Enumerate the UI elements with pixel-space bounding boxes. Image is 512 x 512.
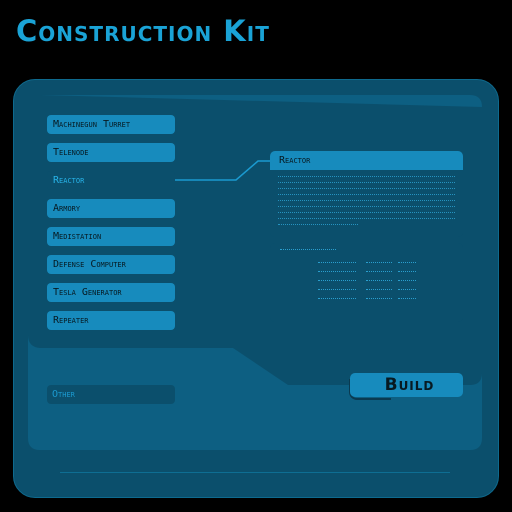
detail-description [270, 170, 463, 226]
detail-title: Reactor [270, 151, 463, 170]
item-label: Reactor [53, 175, 85, 186]
item-label: Repeater [53, 315, 89, 326]
build-button[interactable]: Build [350, 373, 463, 397]
page-title: Construction Kit [16, 14, 270, 48]
item-medistation[interactable]: Medistation [47, 227, 175, 246]
item-label: Medistation [53, 231, 102, 242]
item-label: Defense Computer [53, 259, 126, 270]
footer-divider [60, 472, 450, 473]
category-label: Other [52, 389, 75, 400]
stat-column [398, 262, 416, 307]
stat-column [318, 262, 356, 307]
category-other[interactable]: Other [47, 385, 175, 404]
item-label: Telenode [53, 147, 89, 158]
stats-header [280, 249, 336, 250]
stats-panel [270, 243, 463, 322]
item-machinegun-turret[interactable]: Machinegun Turret [47, 115, 175, 134]
item-telenode[interactable]: Telenode [47, 143, 175, 162]
detail-panel: Reactor [270, 151, 463, 237]
item-repeater[interactable]: Repeater [47, 311, 175, 330]
item-reactor[interactable]: Reactor [47, 171, 175, 190]
stat-column [366, 262, 392, 307]
item-label: Armory [53, 203, 81, 214]
item-armory[interactable]: Armory [47, 199, 175, 218]
item-defense-computer[interactable]: Defense Computer [47, 255, 175, 274]
item-label: Tesla Generator [53, 287, 122, 298]
item-tesla-generator[interactable]: Tesla Generator [47, 283, 175, 302]
item-label: Machinegun Turret [53, 119, 131, 130]
